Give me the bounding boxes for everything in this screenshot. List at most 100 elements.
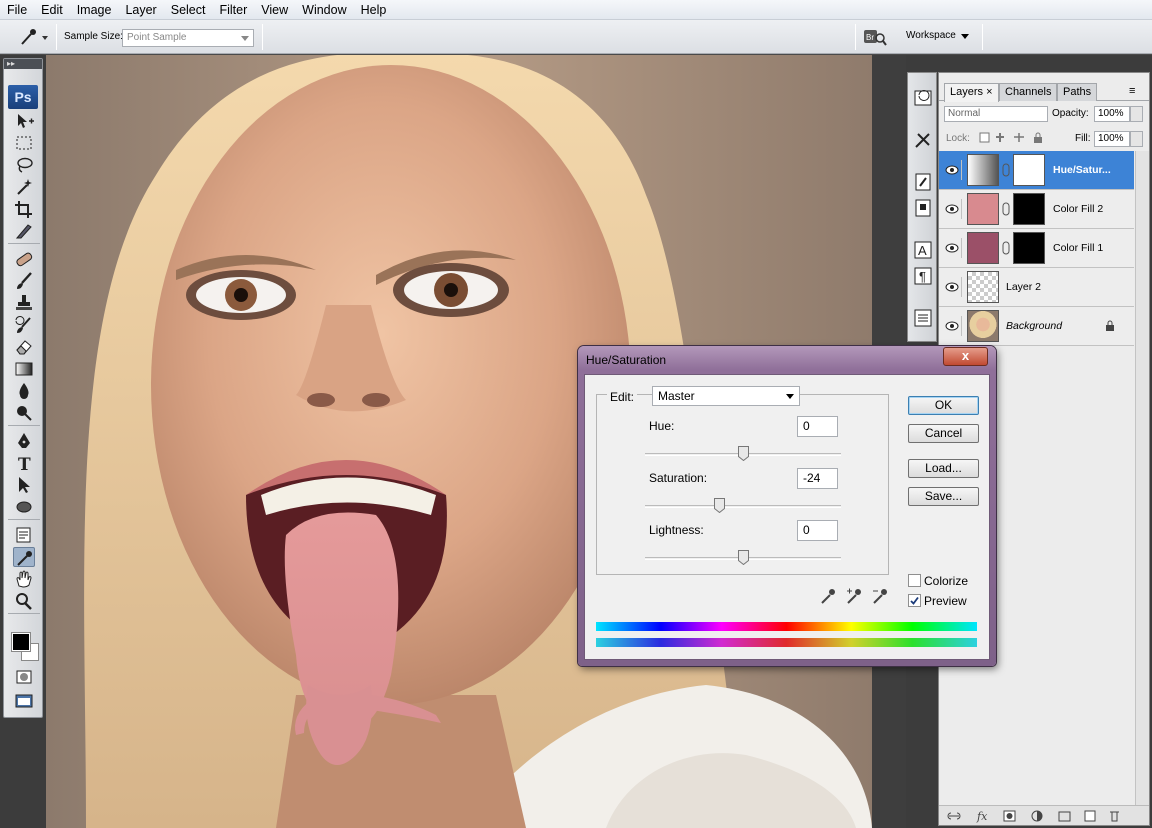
tab-channels[interactable]: Channels xyxy=(999,83,1058,101)
lasso-tool[interactable] xyxy=(13,155,35,175)
opacity-slider-button[interactable] xyxy=(1130,106,1143,122)
bridge-icon[interactable]: Br xyxy=(863,27,887,47)
type-tool[interactable]: T xyxy=(13,453,35,475)
character-panel-icon[interactable]: A xyxy=(911,239,935,261)
eye-icon[interactable] xyxy=(942,238,962,258)
dodge-tool[interactable] xyxy=(13,403,35,423)
tool-presets-icon[interactable] xyxy=(911,129,935,151)
eyedropper-minus-icon[interactable] xyxy=(871,587,889,605)
screen-mode-button[interactable] xyxy=(13,691,35,711)
chevron-down-icon xyxy=(961,34,969,39)
menu-layer[interactable]: Layer xyxy=(118,0,163,20)
menu-view[interactable]: View xyxy=(254,0,295,20)
history-brush-tool[interactable] xyxy=(13,315,35,335)
sample-size-select[interactable]: Point Sample xyxy=(122,29,254,47)
menu-select[interactable]: Select xyxy=(164,0,213,20)
fill-input[interactable]: 100% xyxy=(1094,131,1130,147)
menu-filter[interactable]: Filter xyxy=(212,0,254,20)
blur-tool[interactable] xyxy=(13,381,35,401)
menu-file[interactable]: File xyxy=(0,0,34,20)
layers-scrollbar[interactable] xyxy=(1135,151,1149,805)
tab-layers-label: Layers xyxy=(950,86,984,98)
saturation-input[interactable]: -24 xyxy=(797,468,838,489)
lock-options-icons[interactable] xyxy=(979,132,1049,144)
load-button[interactable]: Load... xyxy=(908,459,979,478)
options-divider xyxy=(262,24,263,50)
edit-channel-select[interactable]: Master xyxy=(652,386,800,406)
hand-icon xyxy=(16,570,32,588)
layer-row-color-fill-1[interactable]: Color Fill 1 xyxy=(939,229,1134,268)
close-icon[interactable]: × xyxy=(986,86,992,98)
eye-icon[interactable] xyxy=(942,160,962,180)
gradient-tool[interactable] xyxy=(13,359,35,379)
opacity-input[interactable]: 100% xyxy=(1094,106,1130,122)
eraser-tool[interactable] xyxy=(13,337,35,357)
zoom-tool[interactable] xyxy=(13,591,35,611)
lightness-input[interactable]: 0 xyxy=(797,520,838,541)
layer-row-hue-saturation[interactable]: Hue/Satur... xyxy=(939,151,1134,190)
crop-tool[interactable] xyxy=(13,199,35,219)
marquee-tool[interactable] xyxy=(13,133,35,153)
magic-wand-tool[interactable] xyxy=(13,177,35,197)
saturation-slider-thumb[interactable] xyxy=(714,498,726,514)
svg-text:fx: fx xyxy=(976,810,988,823)
save-button[interactable]: Save... xyxy=(908,487,979,506)
healing-brush-tool[interactable] xyxy=(13,249,35,269)
colorize-checkbox[interactable] xyxy=(908,574,921,587)
clone-source-icon[interactable] xyxy=(911,197,935,219)
layer-row-background[interactable]: Background xyxy=(939,307,1134,346)
saturation-slider-track[interactable] xyxy=(645,505,841,508)
lightness-label: Lightness: xyxy=(649,523,704,537)
tab-layers[interactable]: Layers × xyxy=(944,83,999,102)
pen-tool[interactable] xyxy=(13,431,35,451)
layer-row-color-fill-2[interactable]: Color Fill 2 xyxy=(939,190,1134,229)
shape-tool[interactable] xyxy=(13,497,35,517)
menu-image[interactable]: Image xyxy=(70,0,119,20)
eraser-icon xyxy=(16,340,32,355)
eyedropper-tool[interactable] xyxy=(13,547,35,567)
menu-help[interactable]: Help xyxy=(354,0,394,20)
foreground-color-swatch[interactable] xyxy=(11,632,31,652)
hue-slider-thumb[interactable] xyxy=(738,446,749,462)
input-spectrum-bar xyxy=(596,622,977,631)
tab-paths[interactable]: Paths xyxy=(1057,83,1098,101)
history-panel-icon[interactable] xyxy=(911,87,935,109)
quick-mask-button[interactable] xyxy=(13,667,35,687)
note-icon xyxy=(16,527,31,543)
clone-stamp-tool[interactable] xyxy=(13,293,35,313)
brush-tool[interactable] xyxy=(13,271,35,291)
adjustment-layer-thumbnail xyxy=(967,154,999,186)
layer-row-layer-2[interactable]: Layer 2 xyxy=(939,268,1134,307)
lightness-slider-thumb[interactable] xyxy=(738,550,749,566)
brushes-panel-icon[interactable] xyxy=(911,171,935,193)
slice-tool[interactable] xyxy=(13,221,35,241)
close-button[interactable]: x xyxy=(943,347,988,366)
eye-icon[interactable] xyxy=(942,277,962,297)
move-tool[interactable] xyxy=(13,111,35,131)
tool-preset-picker[interactable] xyxy=(14,26,50,48)
eye-icon[interactable] xyxy=(942,316,962,336)
path-selection-tool[interactable] xyxy=(13,475,35,495)
ok-button[interactable]: OK xyxy=(908,396,979,415)
blend-mode-select[interactable]: Normal xyxy=(944,106,1048,122)
hue-input[interactable]: 0 xyxy=(797,416,838,437)
hand-tool[interactable] xyxy=(13,569,35,589)
menu-edit[interactable]: Edit xyxy=(34,0,70,20)
panel-menu-icon[interactable]: ≡ xyxy=(1129,85,1135,97)
notes-panel-icon[interactable] xyxy=(911,307,935,329)
fill-slider-button[interactable] xyxy=(1130,131,1143,147)
menu-window[interactable]: Window xyxy=(295,0,353,20)
colorize-label: Colorize xyxy=(924,574,969,588)
crop-icon xyxy=(15,201,32,218)
eyedropper-plus-icon[interactable] xyxy=(845,587,863,605)
eye-icon[interactable] xyxy=(942,199,962,219)
preview-checkbox[interactable] xyxy=(908,594,921,607)
layer-actions-icons[interactable]: fx xyxy=(947,809,1137,823)
paragraph-panel-icon[interactable]: ¶ xyxy=(911,265,935,287)
notes-tool[interactable] xyxy=(13,525,35,545)
toolbox-grip[interactable]: ▸▸ xyxy=(4,59,42,69)
eyedropper-icon[interactable] xyxy=(819,587,837,605)
workspace-button[interactable]: Workspace xyxy=(906,30,956,41)
cancel-button[interactable]: Cancel xyxy=(908,424,979,443)
pen-icon xyxy=(18,433,30,448)
